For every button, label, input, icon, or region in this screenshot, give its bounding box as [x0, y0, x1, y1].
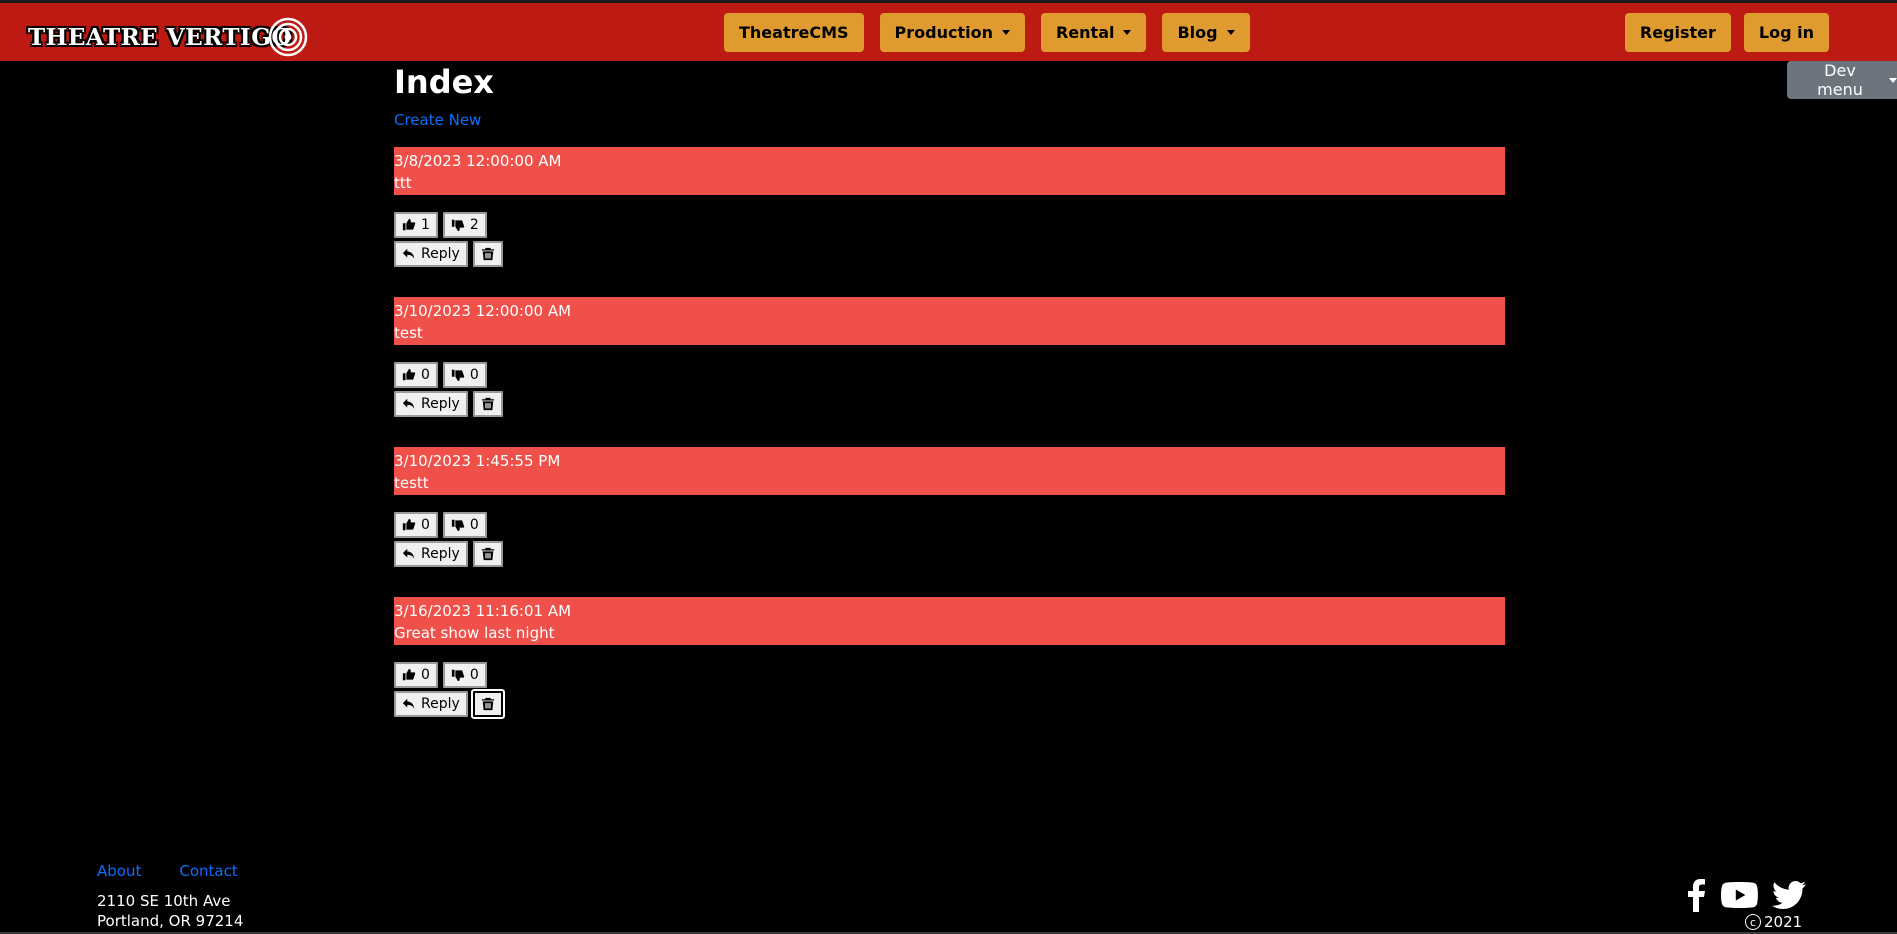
vote-row: 0 0	[394, 362, 1505, 388]
comment-body: 3/10/2023 12:00:00 AM test	[394, 297, 1505, 345]
reply-icon	[402, 398, 415, 409]
thumbs-down-icon	[451, 519, 465, 532]
vote-row: 0 0	[394, 512, 1505, 538]
thumbs-up-icon	[402, 368, 416, 381]
vote-row: 1 2	[394, 212, 1505, 238]
trash-icon	[481, 697, 494, 711]
reply-label: Reply	[421, 246, 460, 262]
twitter-icon[interactable]	[1772, 881, 1806, 909]
action-row: Reply	[394, 541, 1505, 567]
comment-item: 3/10/2023 12:00:00 AM test 0 0 Reply	[394, 297, 1505, 417]
reply-icon	[402, 698, 415, 709]
delete-button[interactable]	[470, 689, 505, 719]
dislike-button[interactable]: 0	[442, 362, 487, 388]
comment-text: test	[394, 324, 423, 342]
dislike-count: 2	[469, 217, 479, 233]
trash-icon	[481, 547, 494, 561]
nav-production-dropdown[interactable]: Production	[879, 13, 1025, 52]
thumbs-up-icon	[402, 218, 416, 231]
reply-button[interactable]: Reply	[394, 241, 468, 267]
reply-icon	[402, 248, 415, 259]
comment-text: testt	[394, 474, 429, 492]
reply-label: Reply	[421, 396, 460, 412]
comment-date: 3/10/2023 1:45:55 PM	[394, 452, 561, 470]
page-title: Index	[394, 63, 494, 101]
like-button[interactable]: 0	[394, 512, 438, 538]
like-button[interactable]: 0	[394, 362, 438, 388]
main-content: Index Create New	[394, 61, 1505, 129]
reply-button[interactable]: Reply	[394, 391, 468, 417]
comment-body: 3/8/2023 12:00:00 AM ttt	[394, 147, 1505, 195]
reply-button[interactable]: Reply	[394, 691, 468, 717]
thumbs-down-icon	[451, 369, 465, 382]
account-nav: Register Log in	[1624, 13, 1829, 52]
comment-item: 3/8/2023 12:00:00 AM ttt 1 2 Reply	[394, 147, 1505, 267]
vertigo-swirl-icon	[268, 17, 308, 57]
comment-item: 3/10/2023 1:45:55 PM testt 0 0 Reply	[394, 447, 1505, 567]
dislike-count: 0	[469, 667, 479, 683]
create-new-link[interactable]: Create New	[394, 111, 1505, 129]
copyright-year: 2021	[1764, 913, 1803, 931]
facebook-icon[interactable]	[1685, 878, 1707, 912]
social-links	[1685, 878, 1806, 912]
login-button[interactable]: Log in	[1743, 13, 1829, 52]
action-row: Reply	[394, 391, 1505, 417]
delete-button[interactable]	[472, 391, 503, 417]
navbar: THEATRE VERTIGO TheatreCMS Production Re…	[0, 3, 1897, 61]
copyright-icon: c	[1745, 914, 1761, 930]
thumbs-up-icon	[402, 668, 416, 681]
vote-row: 0 0	[394, 662, 1505, 688]
trash-icon	[481, 247, 494, 261]
nav-blog-dropdown[interactable]: Blog	[1162, 13, 1250, 52]
action-row: Reply	[394, 689, 1505, 719]
dislike-button[interactable]: 0	[442, 662, 487, 688]
main-nav: TheatreCMS Production Rental Blog	[724, 13, 1250, 52]
dislike-count: 0	[469, 517, 479, 533]
youtube-icon[interactable]	[1721, 882, 1758, 908]
comment-item: 3/16/2023 11:16:01 AM Great show last ni…	[394, 597, 1505, 719]
dislike-button[interactable]: 2	[442, 212, 487, 238]
thumbs-up-icon	[402, 518, 416, 531]
copyright: c 2021	[1745, 913, 1802, 931]
comment-date: 3/16/2023 11:16:01 AM	[394, 602, 572, 620]
nav-rental-dropdown[interactable]: Rental	[1040, 13, 1147, 52]
like-count: 1	[421, 217, 430, 233]
comment-body: 3/16/2023 11:16:01 AM Great show last ni…	[394, 597, 1505, 645]
comment-text: ttt	[394, 174, 412, 192]
footer-contact-link[interactable]: Contact	[179, 862, 237, 880]
thumbs-down-icon	[451, 219, 465, 232]
comment-date: 3/10/2023 12:00:00 AM	[394, 302, 572, 320]
delete-button[interactable]	[472, 241, 503, 267]
comment-date: 3/8/2023 12:00:00 AM	[394, 152, 562, 170]
nav-theatrecms-button[interactable]: TheatreCMS	[724, 13, 864, 52]
reply-label: Reply	[421, 546, 460, 562]
address-line-2: Portland, OR 97214	[97, 912, 244, 930]
delete-button[interactable]	[472, 541, 503, 567]
trash-icon	[481, 397, 494, 411]
reply-icon	[402, 548, 415, 559]
comment-text: Great show last night	[394, 624, 555, 642]
address-line-1: 2110 SE 10th Ave	[97, 892, 231, 910]
thumbs-down-icon	[451, 669, 465, 682]
reply-label: Reply	[421, 696, 460, 712]
brand-logo[interactable]: THEATRE VERTIGO	[28, 17, 308, 57]
comment-body: 3/10/2023 1:45:55 PM testt	[394, 447, 1505, 495]
action-row: Reply	[394, 241, 1505, 267]
footer-about-link[interactable]: About	[97, 862, 141, 880]
like-count: 0	[421, 667, 430, 683]
like-count: 0	[421, 517, 430, 533]
dev-menu-dropdown[interactable]: Dev menu	[1787, 61, 1897, 99]
register-button[interactable]: Register	[1624, 13, 1731, 52]
reply-button[interactable]: Reply	[394, 541, 468, 567]
footer-address: 2110 SE 10th Ave Portland, OR 97214	[97, 891, 243, 931]
like-button[interactable]: 1	[394, 212, 438, 238]
dislike-count: 0	[469, 367, 479, 383]
dislike-button[interactable]: 0	[442, 512, 487, 538]
footer-links: About Contact	[97, 862, 238, 880]
brand-name: THEATRE VERTIGO	[28, 23, 292, 51]
like-button[interactable]: 0	[394, 662, 438, 688]
like-count: 0	[421, 367, 430, 383]
